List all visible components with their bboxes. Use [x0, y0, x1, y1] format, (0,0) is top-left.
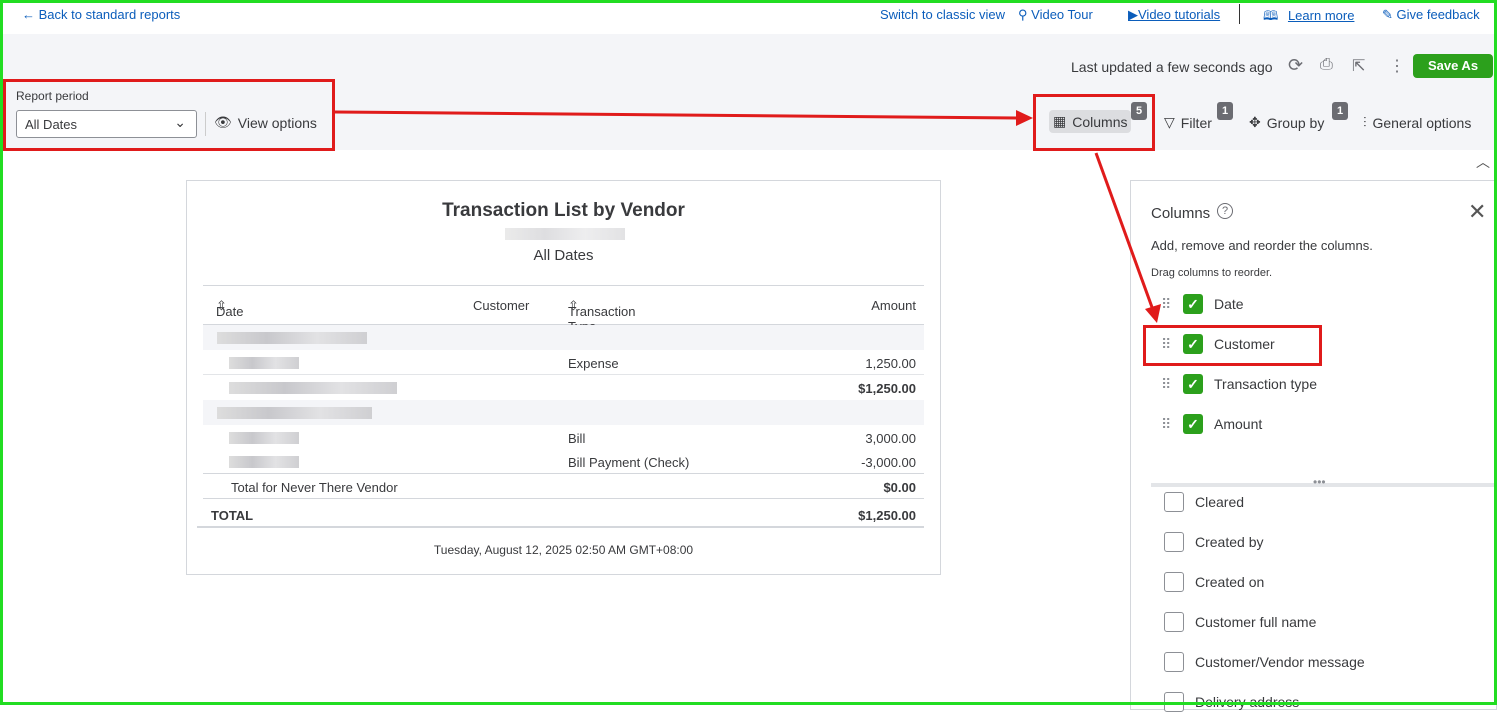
annotation-arrows	[334, 110, 1161, 323]
